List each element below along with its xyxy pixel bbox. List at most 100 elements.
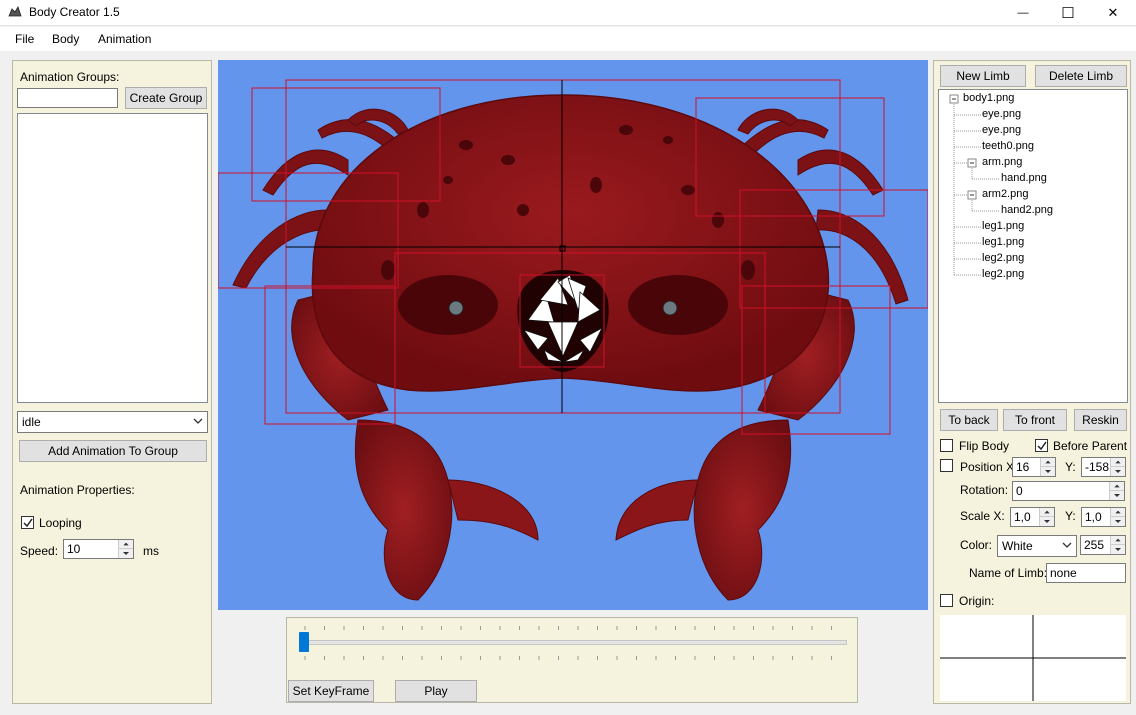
animation-properties-label: Animation Properties: bbox=[20, 483, 135, 497]
looping-label: Looping bbox=[39, 516, 82, 530]
maximize-button[interactable]: ☐ bbox=[1045, 0, 1091, 26]
tree-lines bbox=[949, 94, 999, 276]
new-limb-button[interactable]: New Limb bbox=[940, 65, 1026, 87]
scale-y-stepper[interactable] bbox=[1081, 507, 1126, 527]
group-name-input[interactable] bbox=[17, 88, 118, 108]
before-parent-label: Before Parent bbox=[1053, 439, 1128, 453]
tree-item-body1[interactable]: body1.png bbox=[963, 92, 1014, 104]
speed-stepper[interactable] bbox=[63, 539, 134, 559]
left-eye bbox=[448, 300, 464, 316]
spin-down-icon[interactable] bbox=[1110, 491, 1124, 500]
close-button[interactable]: ✕ bbox=[1090, 0, 1136, 26]
timeline-panel: Set KeyFrame Play bbox=[286, 617, 858, 703]
spin-up-icon[interactable] bbox=[119, 540, 133, 549]
left-eye-socket bbox=[398, 275, 498, 335]
animation-groups-list[interactable] bbox=[17, 113, 208, 403]
spin-down-icon[interactable] bbox=[1111, 467, 1125, 476]
spin-up-icon[interactable] bbox=[1111, 458, 1125, 467]
app-icon bbox=[8, 6, 22, 17]
position-y-input[interactable] bbox=[1082, 458, 1112, 476]
right-eye-socket bbox=[628, 275, 728, 335]
check-icon bbox=[1037, 441, 1047, 451]
position-x-stepper[interactable] bbox=[1012, 457, 1056, 477]
scale-y-label: Y: bbox=[1065, 509, 1076, 523]
spin-down-icon[interactable] bbox=[1040, 517, 1054, 526]
chevron-down-icon bbox=[1062, 542, 1072, 548]
spin-down-icon[interactable] bbox=[1111, 545, 1125, 554]
menu-animation[interactable]: Animation bbox=[98, 32, 151, 46]
alpha-input[interactable] bbox=[1081, 536, 1112, 554]
spin-up-icon[interactable] bbox=[1111, 508, 1125, 517]
tree-item-eye[interactable]: eye.png bbox=[982, 124, 1021, 136]
menu-body[interactable]: Body bbox=[52, 32, 79, 46]
flip-body-checkbox[interactable] bbox=[940, 439, 953, 452]
to-back-button[interactable]: To back bbox=[940, 409, 998, 431]
position-x-input[interactable] bbox=[1013, 458, 1041, 476]
crab-sprite bbox=[217, 79, 929, 601]
rotation-label: Rotation: bbox=[960, 483, 1009, 497]
maximize-icon: ☐ bbox=[1061, 5, 1075, 22]
spin-up-icon[interactable] bbox=[1111, 536, 1125, 545]
position-y-label: Y: bbox=[1065, 460, 1076, 474]
set-keyframe-button[interactable]: Set KeyFrame bbox=[288, 680, 374, 702]
play-button[interactable]: Play bbox=[395, 680, 477, 702]
create-group-button[interactable]: Create Group bbox=[125, 87, 207, 109]
menu-bar: File Body Animation bbox=[0, 27, 1136, 51]
limb-name-input[interactable] bbox=[1046, 563, 1126, 583]
add-animation-to-group-button[interactable]: Add Animation To Group bbox=[19, 440, 207, 462]
keyframe-slider-thumb[interactable] bbox=[299, 632, 309, 652]
position-checkbox[interactable] bbox=[940, 459, 953, 472]
left-panel: Animation Groups: Create Group idle Add … bbox=[12, 60, 212, 704]
tree-item-hand[interactable]: hand.png bbox=[1001, 172, 1047, 184]
tree-item-leg1[interactable]: leg1.png bbox=[982, 220, 1024, 232]
alpha-stepper[interactable] bbox=[1080, 535, 1126, 555]
tree-item-arm[interactable]: arm.png bbox=[982, 156, 1022, 168]
title-bar: Body Creator 1.5 — ☐ ✕ bbox=[0, 0, 1136, 26]
scale-x-stepper[interactable] bbox=[1010, 507, 1055, 527]
animation-select-value: idle bbox=[22, 415, 41, 429]
limb-tree[interactable]: body1.png eye.png eye.png teeth0.png arm… bbox=[938, 89, 1128, 403]
spin-down-icon[interactable] bbox=[1041, 467, 1055, 476]
slider-ticks bbox=[304, 626, 832, 660]
menu-file[interactable]: File bbox=[15, 32, 34, 46]
spin-down-icon[interactable] bbox=[1111, 517, 1125, 526]
tree-item-eye[interactable]: eye.png bbox=[982, 108, 1021, 120]
position-x-label: Position X: bbox=[960, 460, 1018, 474]
tree-item-leg2[interactable]: leg2.png bbox=[982, 268, 1024, 280]
to-front-button[interactable]: To front bbox=[1003, 409, 1067, 431]
spin-up-icon[interactable] bbox=[1041, 458, 1055, 467]
looping-checkbox[interactable] bbox=[21, 516, 34, 529]
editor-canvas[interactable] bbox=[217, 60, 929, 610]
origin-checkbox[interactable] bbox=[940, 594, 953, 607]
spin-up-icon[interactable] bbox=[1110, 482, 1124, 491]
animation-select[interactable]: idle bbox=[17, 411, 208, 433]
minimize-button[interactable]: — bbox=[1000, 0, 1046, 26]
before-parent-checkbox[interactable] bbox=[1035, 439, 1048, 452]
reskin-button[interactable]: Reskin bbox=[1074, 409, 1127, 431]
tree-item-leg2[interactable]: leg2.png bbox=[982, 252, 1024, 264]
speed-input[interactable] bbox=[64, 540, 118, 558]
origin-label: Origin: bbox=[959, 594, 995, 608]
color-select-value: White bbox=[1002, 539, 1033, 553]
flip-body-label: Flip Body bbox=[959, 439, 1010, 453]
scale-x-input[interactable] bbox=[1011, 508, 1041, 526]
spin-up-icon[interactable] bbox=[1040, 508, 1054, 517]
tree-item-leg1[interactable]: leg1.png bbox=[982, 236, 1024, 248]
rotation-stepper[interactable] bbox=[1012, 481, 1125, 501]
spin-down-icon[interactable] bbox=[119, 549, 133, 558]
animation-groups-label: Animation Groups: bbox=[20, 70, 120, 84]
origin-preview[interactable] bbox=[940, 615, 1126, 701]
position-y-stepper[interactable] bbox=[1081, 457, 1126, 477]
rotation-input[interactable] bbox=[1013, 482, 1109, 500]
scale-x-label: Scale X: bbox=[960, 509, 1005, 523]
check-icon bbox=[23, 518, 33, 528]
delete-limb-button[interactable]: Delete Limb bbox=[1035, 65, 1127, 87]
window-title: Body Creator 1.5 bbox=[29, 5, 120, 19]
tree-item-hand2[interactable]: hand2.png bbox=[1001, 204, 1053, 216]
tree-item-teeth0[interactable]: teeth0.png bbox=[982, 140, 1034, 152]
color-select[interactable]: White bbox=[997, 535, 1077, 557]
right-eye bbox=[662, 300, 678, 316]
tree-item-arm2[interactable]: arm2.png bbox=[982, 188, 1028, 200]
scale-y-input[interactable] bbox=[1082, 508, 1112, 526]
speed-label: Speed: bbox=[20, 544, 59, 558]
